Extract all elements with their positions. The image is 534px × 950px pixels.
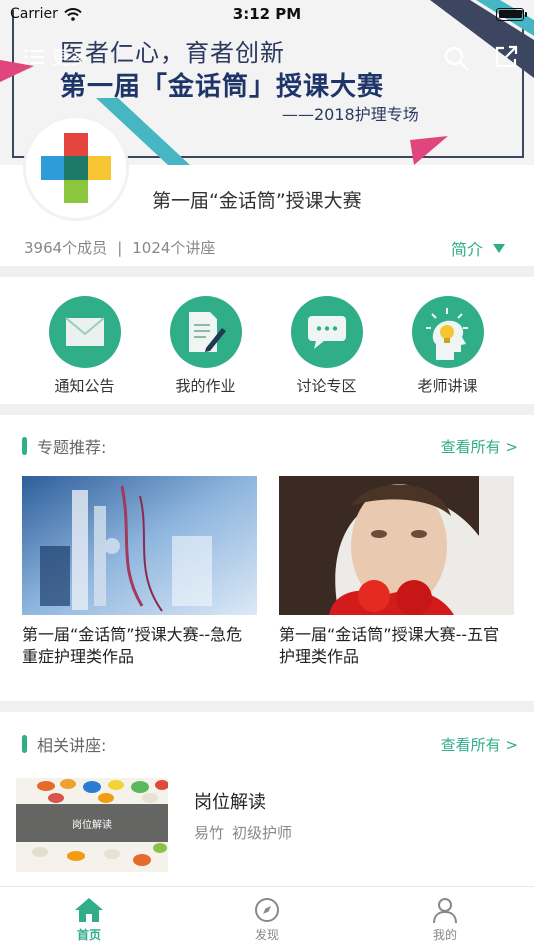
tab-home[interactable]: 首页 (0, 887, 178, 950)
lecture-title[interactable]: 岗位解读 (194, 788, 266, 814)
intro-toggle-button[interactable]: 简介 (451, 236, 506, 260)
member-count: 3964个成员 (24, 239, 108, 257)
search-button[interactable] (443, 45, 469, 75)
wifi-icon (64, 7, 82, 21)
lecture-level: 初级护师 (232, 824, 293, 842)
compass-icon (255, 898, 279, 922)
home-icon (75, 898, 103, 922)
topic-card[interactable]: 第一届“金话筒”授课大赛--急危重症护理类作品 (22, 476, 257, 668)
lectures-section-header: 相关讲座: 查看所有 > (22, 732, 518, 756)
topic-card[interactable]: 第一届“金话筒”授课大赛--五官护理类作品 (279, 476, 514, 668)
quick-action-teacher[interactable]: 老师讲课 (387, 278, 508, 403)
topic-title: 第一届“金话筒”授课大赛--急危重症护理类作品 (22, 625, 243, 666)
banner-slogan: 医者仁心，育者创新 (60, 39, 285, 67)
quick-action-homework[interactable]: 我的作业 (145, 278, 266, 403)
lecture-count: 1024个讲座 (132, 239, 216, 257)
lectures-view-all-link[interactable]: 查看所有 > (441, 734, 518, 755)
section-accent-bar (22, 735, 27, 753)
lecture-thumbnail-label: 岗位解读 (16, 804, 168, 842)
course-stats: 3964个成员 | 1024个讲座 (24, 237, 215, 258)
quick-action-label: 通知公告 (54, 377, 115, 395)
topics-section-title: 专题推荐: (37, 438, 107, 457)
chat-bubble-icon (307, 316, 346, 349)
quick-action-notice[interactable]: 通知公告 (24, 278, 145, 403)
list-menu-icon (24, 49, 44, 65)
bottom-tab-bar: 首页 发现 我的 (0, 886, 534, 950)
quick-action-label: 我的作业 (175, 377, 236, 395)
topics-section-header: 专题推荐: 查看所有 > (22, 434, 518, 458)
carrier-label: Carrier (10, 6, 58, 22)
section-accent-bar (22, 437, 27, 455)
stats-separator: | (117, 238, 123, 257)
quick-action-label: 讨论专区 (296, 377, 357, 395)
quick-action-label: 老师讲课 (417, 377, 478, 395)
homework-edit-icon (188, 312, 226, 352)
banner-headline: 第一届「金话筒」授课大赛 (60, 72, 385, 102)
tab-discover[interactable]: 发现 (178, 887, 356, 950)
more-menu-label: 更多 (52, 48, 88, 69)
tab-label: 发现 (254, 928, 279, 942)
section-divider (0, 266, 534, 277)
search-icon (444, 46, 469, 71)
more-menu-button[interactable]: 更多 (24, 44, 88, 70)
topic-image-woman-rose (279, 476, 514, 615)
tab-label: 首页 (76, 928, 101, 942)
intro-label: 简介 (451, 240, 484, 259)
lecture-meta: 易竹 初级护师 (194, 822, 292, 843)
course-title: 第一届“金话筒”授课大赛 (152, 190, 362, 212)
section-divider (0, 701, 534, 712)
banner-subtitle: ——2018护理专场 (282, 105, 419, 124)
status-time: 3:12 PM (232, 5, 302, 23)
lecture-thumbnail[interactable]: 岗位解读 (16, 778, 168, 872)
lecture-author: 易竹 (194, 824, 225, 842)
person-icon (433, 898, 457, 923)
quick-action-discussion[interactable]: 讨论专区 (266, 278, 387, 403)
share-button[interactable] (493, 44, 519, 74)
section-divider (0, 404, 534, 415)
lectures-section-title: 相关讲座: (37, 736, 107, 755)
battery-icon (496, 7, 527, 21)
topic-image-icu-equipment (22, 476, 257, 615)
topics-view-all-link[interactable]: 查看所有 > (441, 436, 518, 457)
tab-profile[interactable]: 我的 (356, 887, 534, 950)
lightbulb-head-icon (425, 308, 468, 360)
medical-cross-logo-icon (41, 133, 111, 203)
quick-actions: 通知公告 我的作业 讨论专区 老师讲课 (0, 278, 534, 403)
topic-title: 第一届“金话筒”授课大赛--五官护理类作品 (279, 625, 500, 666)
tab-label: 我的 (432, 928, 457, 942)
envelope-icon (64, 317, 105, 346)
status-bar: Carrier 3:12 PM (0, 0, 534, 28)
course-logo (26, 118, 126, 218)
caret-down-icon (493, 243, 506, 253)
share-icon (495, 45, 518, 68)
